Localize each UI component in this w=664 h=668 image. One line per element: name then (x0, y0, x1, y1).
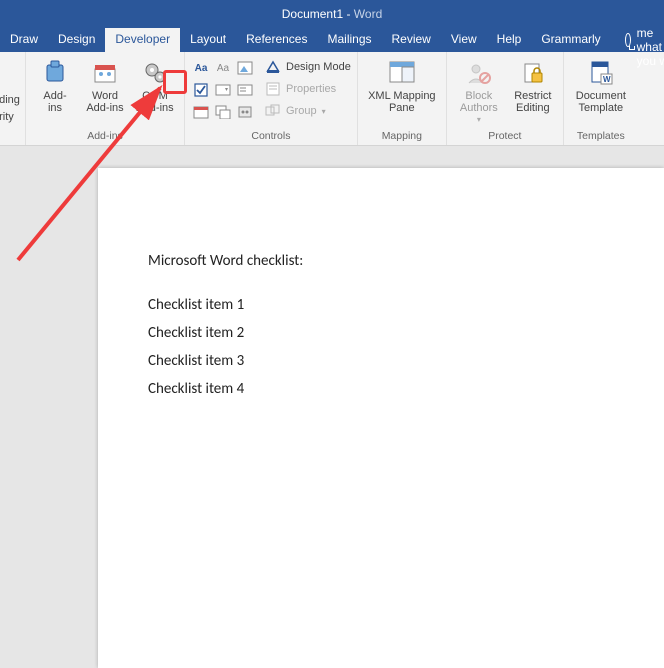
group-mapping: XML Mapping Pane Mapping (358, 52, 447, 145)
group-mapping-label: Mapping (382, 128, 422, 145)
group-protect: Block Authors ▾ Restrict Editing Protect (447, 52, 564, 145)
group-truncated: ding rity (0, 52, 26, 145)
tab-design[interactable]: Design (48, 28, 105, 52)
com-addins-button[interactable]: COM Add-ins (132, 54, 178, 114)
word-addins-button[interactable]: Word Add-ins (82, 54, 128, 114)
chevron-down-icon: ▾ (477, 116, 481, 125)
tab-help[interactable]: Help (487, 28, 532, 52)
restrict-editing-button[interactable]: Restrict Editing (509, 54, 557, 114)
group-button[interactable]: Group ▾ (265, 101, 351, 121)
xml-pane-icon (387, 58, 417, 88)
design-mode-icon (265, 59, 281, 75)
properties-button[interactable]: Properties (265, 79, 351, 99)
document-page[interactable]: Microsoft Word checklist: Checklist item… (98, 168, 664, 668)
group-controls: Aa Aa Design Mode Properties (185, 52, 358, 145)
ribbon: ding rity Add- ins Word Add-ins (0, 52, 664, 146)
group-icon (265, 103, 281, 119)
lightbulb-icon (625, 33, 631, 47)
addins-icon (40, 58, 70, 88)
checklist-item: Checklist item 3 (148, 352, 614, 370)
group-addins-label: Add-ins (87, 128, 123, 145)
rich-text-control-icon[interactable]: Aa (191, 58, 211, 78)
document-template-button[interactable]: W Document Template (570, 54, 632, 114)
lock-icon (518, 58, 548, 88)
group-protect-label: Protect (488, 128, 521, 145)
controls-commands: Design Mode Properties Group ▾ (259, 54, 351, 121)
group-addins: Add- ins Word Add-ins COM Add-ins Add-in… (26, 52, 185, 145)
group-controls-label: Controls (251, 128, 290, 145)
block-authors-icon (464, 58, 494, 88)
block-authors-button[interactable]: Block Authors ▾ (453, 54, 505, 125)
tell-me[interactable]: Tell me what you w (611, 28, 664, 52)
checklist-item: Checklist item 2 (148, 324, 614, 342)
plain-text-control-icon[interactable]: Aa (213, 58, 233, 78)
tab-references[interactable]: References (236, 28, 317, 52)
store-icon (90, 58, 120, 88)
tab-draw[interactable]: Draw (0, 28, 48, 52)
checklist-item: Checklist item 1 (148, 296, 614, 314)
design-mode-button[interactable]: Design Mode (265, 57, 351, 77)
truncated-line2: rity (0, 111, 14, 124)
combo-box-control-icon[interactable] (213, 80, 233, 100)
group-templates: W Document Template Templates (564, 52, 638, 145)
gear-icon (140, 58, 170, 88)
dropdown-control-icon[interactable] (235, 80, 255, 100)
properties-icon (265, 81, 281, 97)
date-picker-control-icon[interactable] (191, 102, 211, 122)
truncated-line1: ding (0, 94, 20, 107)
tab-review[interactable]: Review (382, 28, 441, 52)
tab-view[interactable]: View (441, 28, 487, 52)
workspace: Microsoft Word checklist: Checklist item… (0, 146, 664, 500)
tab-layout[interactable]: Layout (180, 28, 236, 52)
checkbox-control-icon[interactable] (191, 80, 211, 100)
doc-heading: Microsoft Word checklist: (148, 252, 614, 270)
title-bar: Document1 - Word (0, 0, 664, 28)
tab-grammarly[interactable]: Grammarly (531, 28, 610, 52)
controls-gallery: Aa Aa (191, 54, 255, 122)
document-template-icon: W (586, 58, 616, 88)
tab-mailings[interactable]: Mailings (317, 28, 381, 52)
xml-mapping-button[interactable]: XML Mapping Pane (364, 54, 440, 114)
svg-text:W: W (603, 75, 611, 84)
ribbon-tabs: Draw Design Developer Layout References … (0, 28, 664, 52)
picture-control-icon[interactable] (235, 58, 255, 78)
group-templates-label: Templates (577, 128, 625, 145)
chevron-down-icon: ▾ (322, 107, 326, 116)
title-doc: Document1 - Word (282, 7, 383, 21)
tab-developer[interactable]: Developer (105, 28, 180, 52)
addins-button[interactable]: Add- ins (32, 54, 78, 114)
legacy-tools-icon[interactable] (235, 102, 255, 122)
repeating-section-control-icon[interactable] (213, 102, 233, 122)
checklist-item: Checklist item 4 (148, 380, 614, 398)
